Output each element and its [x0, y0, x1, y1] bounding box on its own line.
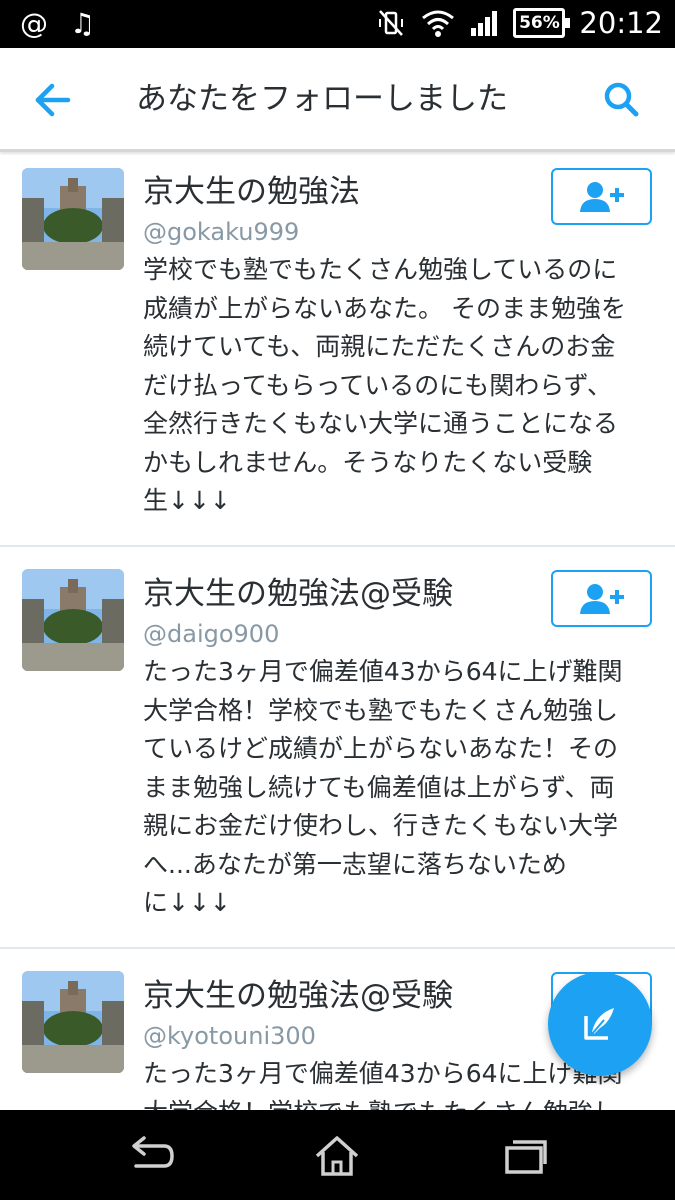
user-handle: @gokaku999	[143, 218, 300, 246]
follow-button[interactable]	[551, 168, 652, 225]
avatar[interactable]	[22, 971, 124, 1073]
search-button[interactable]	[598, 76, 646, 124]
signal-icon	[471, 11, 498, 36]
bio-line: かもしれません。そうなりたくない受験	[143, 447, 593, 477]
bio-line: まま勉強し続けても偏差値は上がらず、両	[143, 772, 615, 802]
battery-icon: 56%	[513, 8, 571, 38]
display-name[interactable]: 京大生の勉強法@受験	[143, 573, 453, 615]
home-nav-icon	[315, 1136, 359, 1176]
nav-home-button[interactable]	[309, 1132, 365, 1180]
bio-line: 大学合格！学校でも塾でもたくさん勉強し	[143, 695, 619, 725]
display-name[interactable]: 京大生の勉強法@受験	[143, 975, 453, 1017]
bio-line: ているけど成績が上がらないあなた！その	[143, 734, 619, 763]
wifi-icon	[422, 10, 455, 37]
bio-line: 大学合格！学校でも塾でもたくさん勉強し	[143, 1094, 653, 1111]
user-handle: @daigo900	[143, 620, 280, 648]
back-nav-icon	[132, 1136, 174, 1168]
bio-line: 続けていても、両親にただたくさんのお金	[143, 332, 616, 361]
app-bar: あなたをフォローしました	[0, 48, 675, 152]
bio-line: 全然行きたくもない大学に通うことになる	[143, 409, 619, 438]
add-user-icon	[579, 583, 624, 614]
nav-recents-button[interactable]	[497, 1132, 553, 1180]
compose-tweet-icon	[584, 1008, 614, 1040]
avatar[interactable]	[22, 168, 124, 270]
bio-line: 学校でも塾でもたくさん勉強しているのに	[143, 255, 618, 284]
navigation-bar	[0, 1110, 675, 1200]
display-name[interactable]: 京大生の勉強法	[143, 171, 360, 213]
add-user-icon	[579, 181, 624, 212]
bio-line: 成績が上がらないあなた。 そのまま勉強を	[143, 293, 626, 323]
nav-back-button[interactable]	[122, 1132, 178, 1180]
bio-line: だけ払ってもらっているのにも関わらず、	[143, 370, 613, 400]
vibrate-mute-icon	[379, 10, 404, 36]
status-bar: @ ♫ 56% 20:12	[0, 0, 675, 48]
user-handle: @kyotouni300	[143, 1022, 316, 1050]
user-bio: たった3ヶ月で偏差値43から64に上げ難関 大学合格！学校でも塾でもたくさん勉強…	[143, 653, 653, 923]
follower-list: 京大生の勉強法 @gokaku999 学校でも塾でもたくさん勉強しているのに 成…	[0, 155, 675, 1110]
user-bio: 学校でも塾でもたくさん勉強しているのに 成績が上がらないあなた。 そのまま勉強を…	[143, 251, 653, 521]
at-sign-icon: @	[20, 7, 48, 40]
status-time: 20:12	[579, 6, 663, 40]
avatar[interactable]	[22, 569, 124, 671]
bio-line: 生↓↓↓	[143, 486, 231, 515]
compose-tweet-button[interactable]	[548, 972, 652, 1076]
follow-button[interactable]	[551, 570, 652, 627]
screen: @ ♫ 56% 20:12 あなたをフォローしました 京大生の勉強法 @goka…	[0, 0, 675, 1200]
search-icon	[604, 82, 639, 117]
recents-nav-icon	[505, 1140, 547, 1174]
page-title: あなたをフォローしました	[136, 81, 508, 117]
back-button[interactable]	[28, 78, 76, 122]
arrow-left-icon	[35, 83, 71, 117]
bio-line: たった3ヶ月で偏差値43から64に上げ難関	[143, 657, 623, 686]
bio-line: に↓↓↓	[143, 888, 231, 917]
user-card[interactable]: 京大生の勉強法 @gokaku999 学校でも塾でもたくさん勉強しているのに 成…	[0, 155, 675, 547]
bio-line: 親にお金だけ使わし、行きたくもない大学	[143, 811, 619, 840]
music-note-icon: ♫	[70, 7, 96, 40]
user-card[interactable]: 京大生の勉強法@受験 @daigo900 たった3ヶ月で偏差値43から64に上げ…	[0, 547, 675, 949]
bio-line: へ...あなたが第一志望に落ちないため	[143, 849, 567, 879]
